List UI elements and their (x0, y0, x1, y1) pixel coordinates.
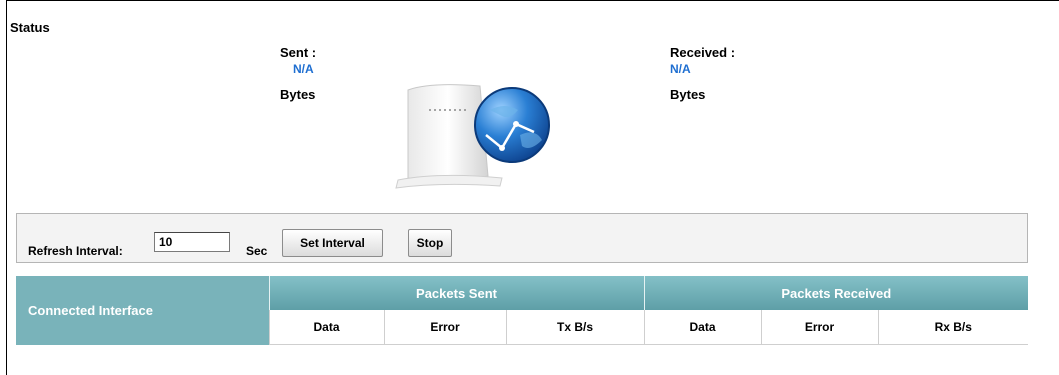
stop-button[interactable]: Stop (408, 229, 452, 257)
received-unit: Bytes (670, 87, 706, 102)
sec-label: Sec (246, 244, 268, 258)
packets-received-header: Packets Received (643, 276, 1029, 310)
sent-label: Sent : (280, 45, 317, 60)
sent-unit: Bytes (280, 87, 316, 102)
rx-rate-header: Rx B/s (877, 310, 1029, 345)
traffic-stats-table: Connected Interface Packets Sent Packets… (16, 276, 1029, 345)
received-error-header: Error (760, 310, 878, 345)
packets-sent-header: Packets Sent (268, 276, 644, 310)
tx-rate-header: Tx B/s (505, 310, 644, 345)
page-title: Status (10, 20, 50, 35)
sent-data-header: Data (268, 310, 384, 345)
received-label: Received : (670, 45, 736, 60)
received-data-header: Data (643, 310, 761, 345)
sent-value: N/A (293, 62, 314, 76)
received-value: N/A (670, 62, 691, 76)
set-interval-button[interactable]: Set Interval (282, 229, 383, 257)
sent-error-header: Error (383, 310, 506, 345)
refresh-interval-input[interactable] (154, 232, 230, 252)
refresh-interval-label: Refresh Interval: (28, 244, 123, 258)
router-globe-icon (395, 84, 550, 189)
connected-interface-header: Connected Interface (16, 276, 269, 345)
